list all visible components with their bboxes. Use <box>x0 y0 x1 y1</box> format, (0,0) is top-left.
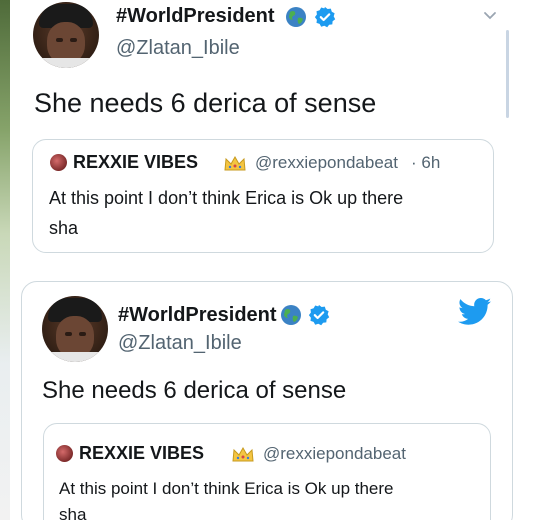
avatar[interactable] <box>42 296 108 362</box>
twitter-bird-icon[interactable] <box>458 298 492 326</box>
chevron-down-icon[interactable] <box>483 11 497 21</box>
quoted-text-line-1: At this point I don’t think Erica is Ok … <box>59 479 394 498</box>
crown-emoji-icon <box>224 155 246 171</box>
quoted-tweet[interactable]: REXXIE VIBES @rexxiepondabeat At this po… <box>43 423 491 520</box>
quoted-text-line-2: sha <box>59 505 87 520</box>
quoted-text-line-2: sha <box>49 218 79 238</box>
globe-emoji-icon <box>286 7 306 27</box>
verified-badge-icon <box>308 305 330 326</box>
quoted-avatar <box>50 154 67 171</box>
quoted-text-line-1: At this point I don’t think Erica is Ok … <box>49 188 404 208</box>
quoted-tweet[interactable]: REXXIE VIBES @rexxiepondabeat · 6h At th… <box>32 139 494 253</box>
handle[interactable]: @Zlatan_Ibile <box>116 37 240 60</box>
embedded-tweet-card[interactable]: #WorldPresident @Zlatan_Ibile She needs … <box>21 281 513 520</box>
scrollbar[interactable] <box>506 30 509 118</box>
avatar[interactable] <box>33 2 99 68</box>
tweet-text: She needs 6 derica of sense <box>42 377 347 404</box>
display-name[interactable]: #WorldPresident <box>116 5 275 28</box>
tweet-text: She needs 6 derica of sense <box>34 88 377 118</box>
quoted-timestamp: · 6h <box>411 153 441 172</box>
display-name[interactable]: #WorldPresident <box>118 304 277 327</box>
verified-badge-icon <box>314 7 336 28</box>
background-photo-edge <box>0 0 10 520</box>
quoted-avatar <box>56 445 73 462</box>
quoted-handle: @rexxiepondabeat <box>255 153 398 172</box>
quoted-handle: @rexxiepondabeat <box>263 444 406 463</box>
handle[interactable]: @Zlatan_Ibile <box>118 332 242 355</box>
crown-emoji-icon <box>232 446 254 462</box>
quoted-display-name: REXXIE VIBES <box>79 443 205 463</box>
quoted-display-name: REXXIE VIBES <box>73 152 199 172</box>
globe-emoji-icon <box>281 305 301 325</box>
